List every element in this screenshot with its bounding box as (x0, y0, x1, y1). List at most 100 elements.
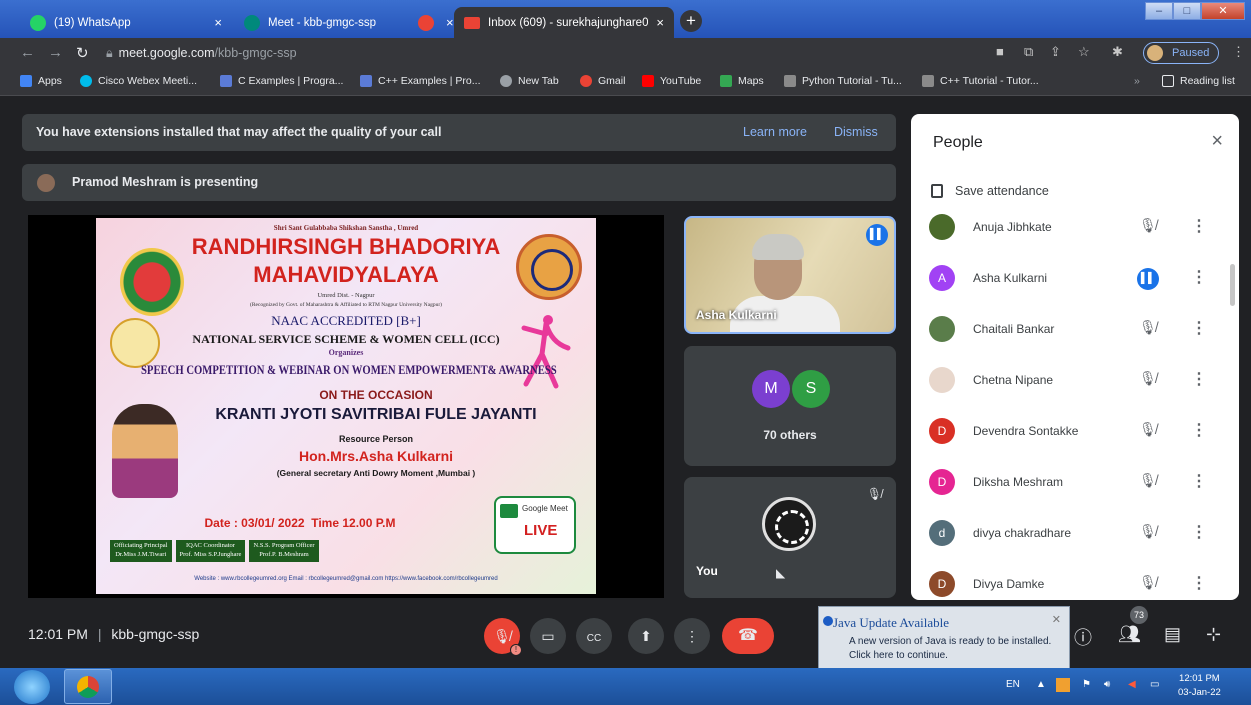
flag-icon[interactable]: ⚑ (1082, 679, 1091, 690)
address-bar[interactable]: 🔒︎ meet.google.com/kbb-gmgc-ssp (106, 42, 806, 64)
notification-close-icon[interactable]: ✕ (1052, 613, 1061, 626)
bookmark-label: New Tab (518, 75, 559, 87)
more-options-icon[interactable]: ⋮ (1191, 471, 1207, 491)
activities-icon[interactable]: ⊹ (1206, 624, 1221, 645)
tab-close-icon[interactable]: × (648, 15, 664, 30)
self-tile[interactable]: 🎙︎̸ You ◣ (684, 477, 896, 598)
list-item[interactable]: D Divya Damke 🎙︎̸ ⋮ (911, 561, 1229, 600)
language-indicator[interactable]: EN (1006, 679, 1020, 690)
bookmark-webex[interactable]: Cisco Webex Meeti... (80, 75, 197, 87)
volume-icon[interactable]: 🔊︎ (1104, 679, 1110, 690)
list-item[interactable]: A Asha Kulkarni ▌▌ ⋮ (911, 255, 1229, 306)
mic-muted-icon[interactable]: 🎙︎̸ (1139, 319, 1157, 336)
close-panel-icon[interactable]: × (1211, 130, 1223, 153)
back-icon[interactable]: ← (20, 44, 35, 61)
bookmark-apps[interactable]: Apps (20, 75, 62, 87)
panel-title: People (933, 134, 983, 151)
more-options-icon[interactable]: ⋮ (1191, 420, 1207, 440)
more-options-button[interactable]: ⋮ (674, 618, 710, 654)
network-icon[interactable]: ▭ (1150, 679, 1159, 690)
list-item[interactable]: Chaitali Bankar 🎙︎̸ ⋮ (911, 306, 1229, 357)
reload-icon[interactable]: ↻ (76, 44, 89, 62)
camera-toggle-button[interactable]: ▭ (530, 618, 566, 654)
tab-close-icon[interactable]: × (206, 15, 222, 30)
minimize-button[interactable]: – (1145, 2, 1173, 20)
bookmark-c-examples[interactable]: C Examples | Progra... (220, 75, 343, 87)
avatar: A (929, 265, 955, 291)
officer-nss: N.S.S. Program Officer Prof.P. B.Meshram (249, 540, 319, 562)
forward-icon[interactable]: → (48, 44, 63, 61)
bookmark-cpp-examples[interactable]: C++ Examples | Pro... (360, 75, 481, 87)
more-options-icon[interactable]: ⋮ (1191, 318, 1207, 338)
tab-close-icon[interactable]: × (438, 15, 454, 30)
more-options-icon[interactable]: ⋮ (1191, 216, 1207, 236)
mic-muted-icon[interactable]: 🎙︎̸ (1139, 370, 1157, 387)
participant-name: Asha Kulkarni (973, 271, 1048, 285)
list-item[interactable]: d divya chakradhare 🎙︎̸ ⋮ (911, 510, 1229, 561)
mic-muted-icon[interactable]: 🎙︎̸ (1139, 472, 1157, 489)
list-item[interactable]: D Diksha Meshram 🎙︎̸ ⋮ (911, 459, 1229, 510)
extensions-icon[interactable]: ✱ (1112, 44, 1123, 60)
share-icon[interactable]: ⇪ (1050, 44, 1061, 60)
bookmark-cpp-tutorial[interactable]: C++ Tutorial - Tutor... (922, 75, 1039, 87)
mic-toggle-button[interactable]: 🎙︎̸ ! (484, 618, 522, 656)
tab-recording[interactable]: × (408, 7, 454, 38)
bookmark-maps[interactable]: Maps (720, 75, 764, 87)
people-icon[interactable]: 👥︎ (1118, 624, 1141, 645)
mic-muted-icon[interactable]: 🎙︎̸ (1139, 421, 1157, 438)
chat-icon[interactable]: ▤ (1164, 624, 1181, 645)
leave-call-button[interactable]: ☎︎ (722, 618, 774, 654)
mic-muted-icon[interactable]: 🎙︎̸ (1139, 217, 1157, 234)
reading-list-button[interactable]: Reading list (1162, 75, 1235, 87)
tab-title: Inbox (609) - surekhajunghare01 (488, 16, 648, 29)
tab-gmail[interactable]: Inbox (609) - surekhajunghare01 × (454, 7, 674, 38)
tab-whatsapp[interactable]: (19) WhatsApp × (20, 7, 232, 38)
avatar (929, 316, 955, 342)
poster-speaker-role: (General secretary Anti Dowry Moment ,Mu… (276, 468, 476, 478)
dismiss-button[interactable]: Dismiss (834, 114, 878, 151)
more-options-icon[interactable]: ⋮ (1191, 573, 1207, 593)
more-options-icon[interactable]: ⋮ (1191, 369, 1207, 389)
mic-muted-icon[interactable]: 🎙︎̸ (1139, 523, 1157, 540)
close-window-button[interactable]: ✕ (1201, 2, 1245, 20)
bookmark-youtube[interactable]: YouTube (642, 75, 701, 87)
open-in-new-icon[interactable]: ⧉ (1024, 44, 1033, 60)
more-options-icon[interactable]: ⋮ (1191, 267, 1207, 287)
bookmarks-overflow-button[interactable]: » (1134, 75, 1140, 87)
new-tab-button[interactable]: + (680, 10, 702, 32)
camera-indicator-icon[interactable]: ■ (996, 44, 1004, 59)
learn-more-link[interactable]: Learn more (743, 114, 807, 151)
list-item[interactable]: Chetna Nipane 🎙︎̸ ⋮ (911, 357, 1229, 408)
speaker-video-tile[interactable]: ▌▌ Asha Kulkarni (684, 216, 896, 334)
menu-icon[interactable]: ⋮ (1232, 44, 1245, 60)
participant-name: Diksha Meshram (973, 475, 1064, 489)
profile-button[interactable]: Paused (1143, 42, 1219, 64)
tab-meet[interactable]: Meet - kbb-gmgc-ssp (234, 7, 406, 38)
captions-button[interactable]: CC (576, 618, 612, 654)
meeting-info-icon[interactable]: ⓘ (1074, 624, 1092, 650)
bookmark-star-icon[interactable]: ☆ (1078, 44, 1090, 60)
speaking-indicator-icon[interactable]: ▌▌ (1137, 268, 1159, 290)
java-tray-icon[interactable] (1056, 678, 1070, 692)
bookmark-new-tab[interactable]: New Tab (500, 75, 559, 87)
participant-list: Anuja Jibhkate 🎙︎̸ ⋮ A Asha Kulkarni ▌▌ … (911, 204, 1229, 600)
bookmark-gmail[interactable]: Gmail (580, 75, 625, 87)
chrome-taskbar-button[interactable] (64, 669, 112, 704)
present-button[interactable]: ⬆︎ (628, 618, 664, 654)
save-attendance-button[interactable]: Save attendance (931, 184, 1049, 198)
start-button[interactable] (14, 670, 50, 704)
system-clock[interactable]: 12:01 PM 03-Jan-22 (1178, 672, 1221, 701)
bookmark-python-tutorial[interactable]: Python Tutorial - Tu... (784, 75, 902, 87)
poster-resource-label: Resource Person (338, 434, 414, 444)
java-update-notification[interactable]: Java Update Available ✕ A new version of… (818, 606, 1070, 672)
mic-muted-icon[interactable]: 🎙︎̸ (1139, 574, 1157, 591)
more-options-icon[interactable]: ⋮ (1191, 522, 1207, 542)
tray-expand-icon[interactable]: ▲ (1036, 679, 1046, 690)
maximize-button[interactable]: □ (1173, 2, 1201, 20)
list-item[interactable]: Anuja Jibhkate 🎙︎̸ ⋮ (911, 204, 1229, 255)
list-item[interactable]: D Devendra Sontakke 🎙︎̸ ⋮ (911, 408, 1229, 459)
panel-scrollbar[interactable] (1230, 264, 1235, 306)
security-icon[interactable]: ◀ (1128, 679, 1136, 690)
others-tile[interactable]: M S 70 others (684, 346, 896, 466)
avatar-initial: M (752, 370, 790, 408)
